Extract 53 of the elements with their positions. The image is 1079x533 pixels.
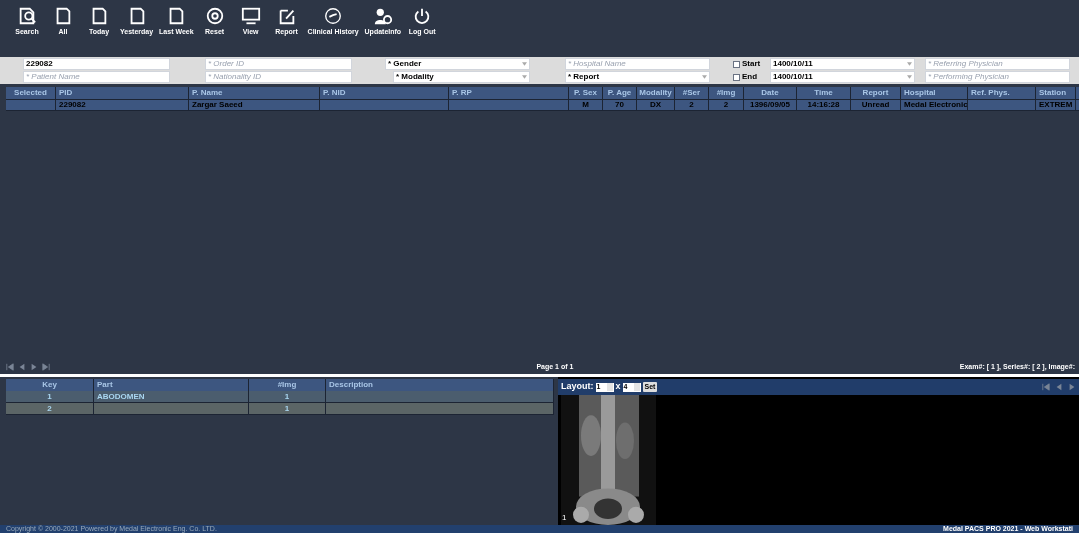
dropdown[interactable]: * Report [565, 71, 710, 83]
input-field[interactable]: * Hospital Name [565, 58, 710, 70]
input-field[interactable]: * Referring Physician [925, 58, 1070, 70]
previous-image-icon[interactable] [1055, 383, 1063, 391]
last-page-icon[interactable] [42, 363, 50, 371]
table-cell: 14:16:28 [797, 100, 851, 110]
table-cell: 1396/09/05 [744, 100, 797, 110]
checkbox[interactable] [733, 73, 740, 81]
field-label: Start [742, 58, 762, 70]
input-field[interactable]: * Performing Physician [925, 71, 1070, 83]
date-field[interactable]: 1400/10/11 [770, 58, 915, 70]
date-field[interactable]: 1400/10/11 [770, 71, 915, 83]
reset-icon [204, 6, 225, 26]
table-cell: 229082 [56, 100, 189, 110]
dropdown-arrow-icon[interactable] [522, 62, 527, 66]
first-image-icon[interactable] [1042, 383, 1050, 391]
dropdown-arrow-icon[interactable] [907, 62, 912, 66]
table-cell: Medal Electronic [901, 100, 968, 110]
input-field[interactable]: * Nationality ID [205, 71, 352, 83]
table-cell: Unread [851, 100, 901, 110]
input-field[interactable]: * Order ID [205, 58, 352, 70]
monitor-icon [240, 6, 261, 26]
dropdown[interactable]: * Gender [385, 58, 530, 70]
layout-label: Layout: [561, 380, 594, 394]
table-cell: 2 [6, 403, 94, 414]
checkbox[interactable] [733, 60, 740, 68]
times-label: x [615, 380, 621, 394]
search-icon [17, 6, 37, 26]
field-label: End [742, 71, 759, 83]
input-field[interactable]: * Patient Name [23, 71, 170, 83]
table-cell: DX [637, 100, 675, 110]
clock-icon [323, 6, 344, 26]
table-cell: 1 [6, 391, 94, 402]
table-cell: EXTREM [1036, 100, 1076, 110]
dropdown[interactable]: * Modality [393, 71, 530, 83]
dropdown-arrow-icon[interactable] [702, 75, 707, 79]
user-add-icon [372, 6, 393, 26]
table-cell: 2 [709, 100, 744, 110]
dropdown-arrow-icon[interactable] [522, 75, 527, 79]
table-cell: 1 [249, 403, 326, 414]
next-page-icon[interactable] [30, 363, 38, 371]
table-cell: Zargar Saeed [189, 100, 320, 110]
table-cell: 2 [675, 100, 709, 110]
table-cell: M [569, 100, 603, 110]
table-cell: 70 [603, 100, 637, 110]
dropdown-arrow-icon[interactable] [907, 75, 912, 79]
first-page-icon[interactable] [6, 363, 14, 371]
table-cell: 1 [249, 391, 326, 402]
input-field[interactable]: 229082 [23, 58, 170, 70]
table-cell: ABODOMEN [94, 391, 249, 402]
previous-page-icon[interactable] [18, 363, 26, 371]
image-index: 1 [562, 512, 567, 524]
next-image-icon[interactable] [1068, 383, 1076, 391]
